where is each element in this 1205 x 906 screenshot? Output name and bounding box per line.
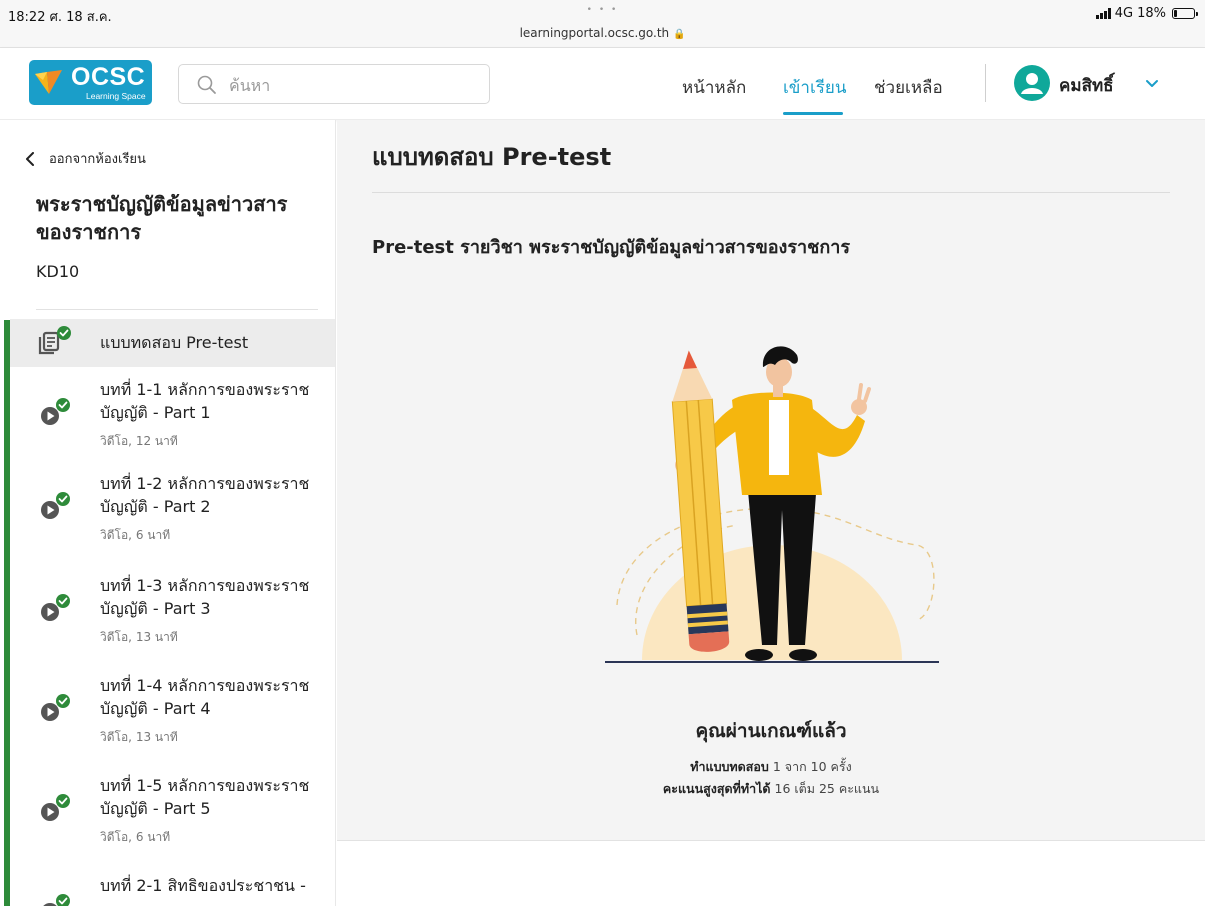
user-name[interactable]: คมสิทธิ์ [1059, 72, 1114, 99]
search-input[interactable] [229, 73, 479, 97]
course-sidebar: ออกจากห้องเรียน พระราชบัญญัติข้อมูลข่าวส… [0, 120, 336, 906]
score-info: คะแนนสูงสุดที่ทำได้ 16 เต็ม 25 คะแนน [337, 779, 1205, 799]
back-label: ออกจากห้องเรียน [49, 152, 146, 167]
pass-status-title: คุณผ่านเกณฑ์แล้ว [695, 720, 847, 742]
header-divider [985, 64, 986, 102]
lesson-title: บทที่ 1-3 หลักการของพระราชบัญญัติ - Part… [100, 576, 310, 618]
signal-icon [1095, 8, 1111, 19]
lesson-meta: วิดีโอ, 13 นาที [100, 730, 178, 744]
ocsc-logo[interactable]: OCSC Learning Space [29, 60, 152, 105]
main-footer-area [337, 840, 1205, 906]
main-content: แบบทดสอบ Pre-test Pre-test รายวิชา พระรา… [337, 120, 1205, 906]
course-title: พระราชบัญญัติข้อมูลข่าวสารของราชการ [36, 192, 288, 244]
quiz-icon [38, 326, 71, 355]
top-header: OCSC Learning Space หน้าหลัก เข้าเรียน ช… [0, 48, 1205, 120]
title-divider [372, 192, 1170, 193]
search-box[interactable] [178, 64, 490, 104]
lesson-title: บทที่ 1-5 หลักการของพระราชบัญญัติ - Part… [100, 776, 310, 818]
status-bar: 18:22 ศ. 18 ส.ค. • • • learningportal.oc… [0, 0, 1205, 48]
attempts-value: 1 จาก 10 ครั้ง [772, 759, 852, 774]
nav-home[interactable]: หน้าหลัก [682, 74, 746, 101]
video-icon [41, 694, 70, 721]
active-tab-indicator [783, 112, 843, 115]
lesson-meta: วิดีโอ, 6 นาที [100, 528, 171, 542]
logo-text: OCSC [71, 63, 146, 91]
lesson-meta: วิดีโอ, 12 นาที [100, 434, 178, 448]
pencil-character-illustration [605, 346, 939, 663]
lesson-title: บทที่ 1-4 หลักการของพระราชบัญญัติ - Part… [100, 676, 310, 718]
lesson-title: บทที่ 1-1 หลักการของพระราชบัญญัติ - Part… [100, 380, 310, 422]
attempts-info: ทำแบบทดสอบ 1 จาก 10 ครั้ง [337, 757, 1205, 777]
logo-mark-icon [35, 70, 62, 94]
battery-percent: 18% [1137, 6, 1166, 21]
quiz-subtitle: Pre-test รายวิชา พระราชบัญญัติข้อมูลข่าว… [372, 237, 851, 258]
page-title: แบบทดสอบ Pre-test [372, 143, 612, 171]
lesson-title: แบบทดสอบ Pre-test [100, 333, 249, 352]
address-url: learningportal.ocsc.go.th [519, 26, 670, 40]
lesson-item-pretest[interactable]: แบบทดสอบ Pre-test [10, 319, 335, 367]
lesson-item[interactable]: บทที่ 2-1 สิทธิของประชาชน - [10, 872, 335, 906]
lesson-title: บทที่ 2-1 สิทธิของประชาชน - [100, 876, 306, 895]
user-icon [1021, 73, 1043, 94]
lesson-meta: วิดีโอ, 13 นาที [100, 630, 178, 644]
lesson-item[interactable]: บทที่ 1-3 หลักการของพระราชบัญญัติ - Part… [10, 572, 335, 652]
score-value: 16 เต็ม 25 คะแนน [774, 781, 880, 796]
course-code: KD10 [36, 262, 80, 281]
chevron-down-icon[interactable] [1145, 79, 1159, 89]
video-icon [41, 794, 70, 821]
sidebar-divider [36, 309, 318, 310]
video-icon [41, 594, 70, 621]
address-bar[interactable]: learningportal.ocsc.go.th 🔒 [0, 26, 1205, 40]
attempts-label: ทำแบบทดสอบ [690, 759, 769, 774]
leave-classroom-link[interactable]: ออกจากห้องเรียน [24, 148, 146, 169]
video-icon [41, 398, 70, 425]
lesson-item[interactable]: บทที่ 1-1 หลักการของพระราชบัญญัติ - Part… [10, 376, 335, 456]
nav-help[interactable]: ช่วยเหลือ [874, 74, 943, 101]
battery-icon [1172, 8, 1198, 19]
lesson-item[interactable]: บทที่ 1-2 หลักการของพระราชบัญญัติ - Part… [10, 470, 335, 550]
user-avatar[interactable] [1014, 65, 1050, 101]
chevron-left-icon [26, 151, 34, 166]
lesson-meta: วิดีโอ, 6 นาที [100, 830, 171, 844]
status-indicators: 4G 18% [1095, 6, 1198, 21]
search-icon [197, 75, 216, 94]
video-icon [41, 492, 70, 519]
video-icon [43, 894, 70, 906]
lesson-item[interactable]: บทที่ 1-4 หลักการของพระราชบัญญัติ - Part… [10, 672, 335, 752]
lesson-item[interactable]: บทที่ 1-5 หลักการของพระราชบัญญัติ - Part… [10, 772, 335, 852]
network-label: 4G [1114, 6, 1134, 21]
logo-subtext: Learning Space [86, 91, 146, 101]
lesson-title: บทที่ 1-2 หลักการของพระราชบัญญัติ - Part… [100, 474, 310, 516]
score-label: คะแนนสูงสุดที่ทำได้ [662, 781, 771, 796]
browser-more-dots[interactable]: • • • [0, 5, 1205, 15]
nav-learn[interactable]: เข้าเรียน [783, 74, 847, 101]
lock-icon: 🔒 [672, 29, 686, 40]
